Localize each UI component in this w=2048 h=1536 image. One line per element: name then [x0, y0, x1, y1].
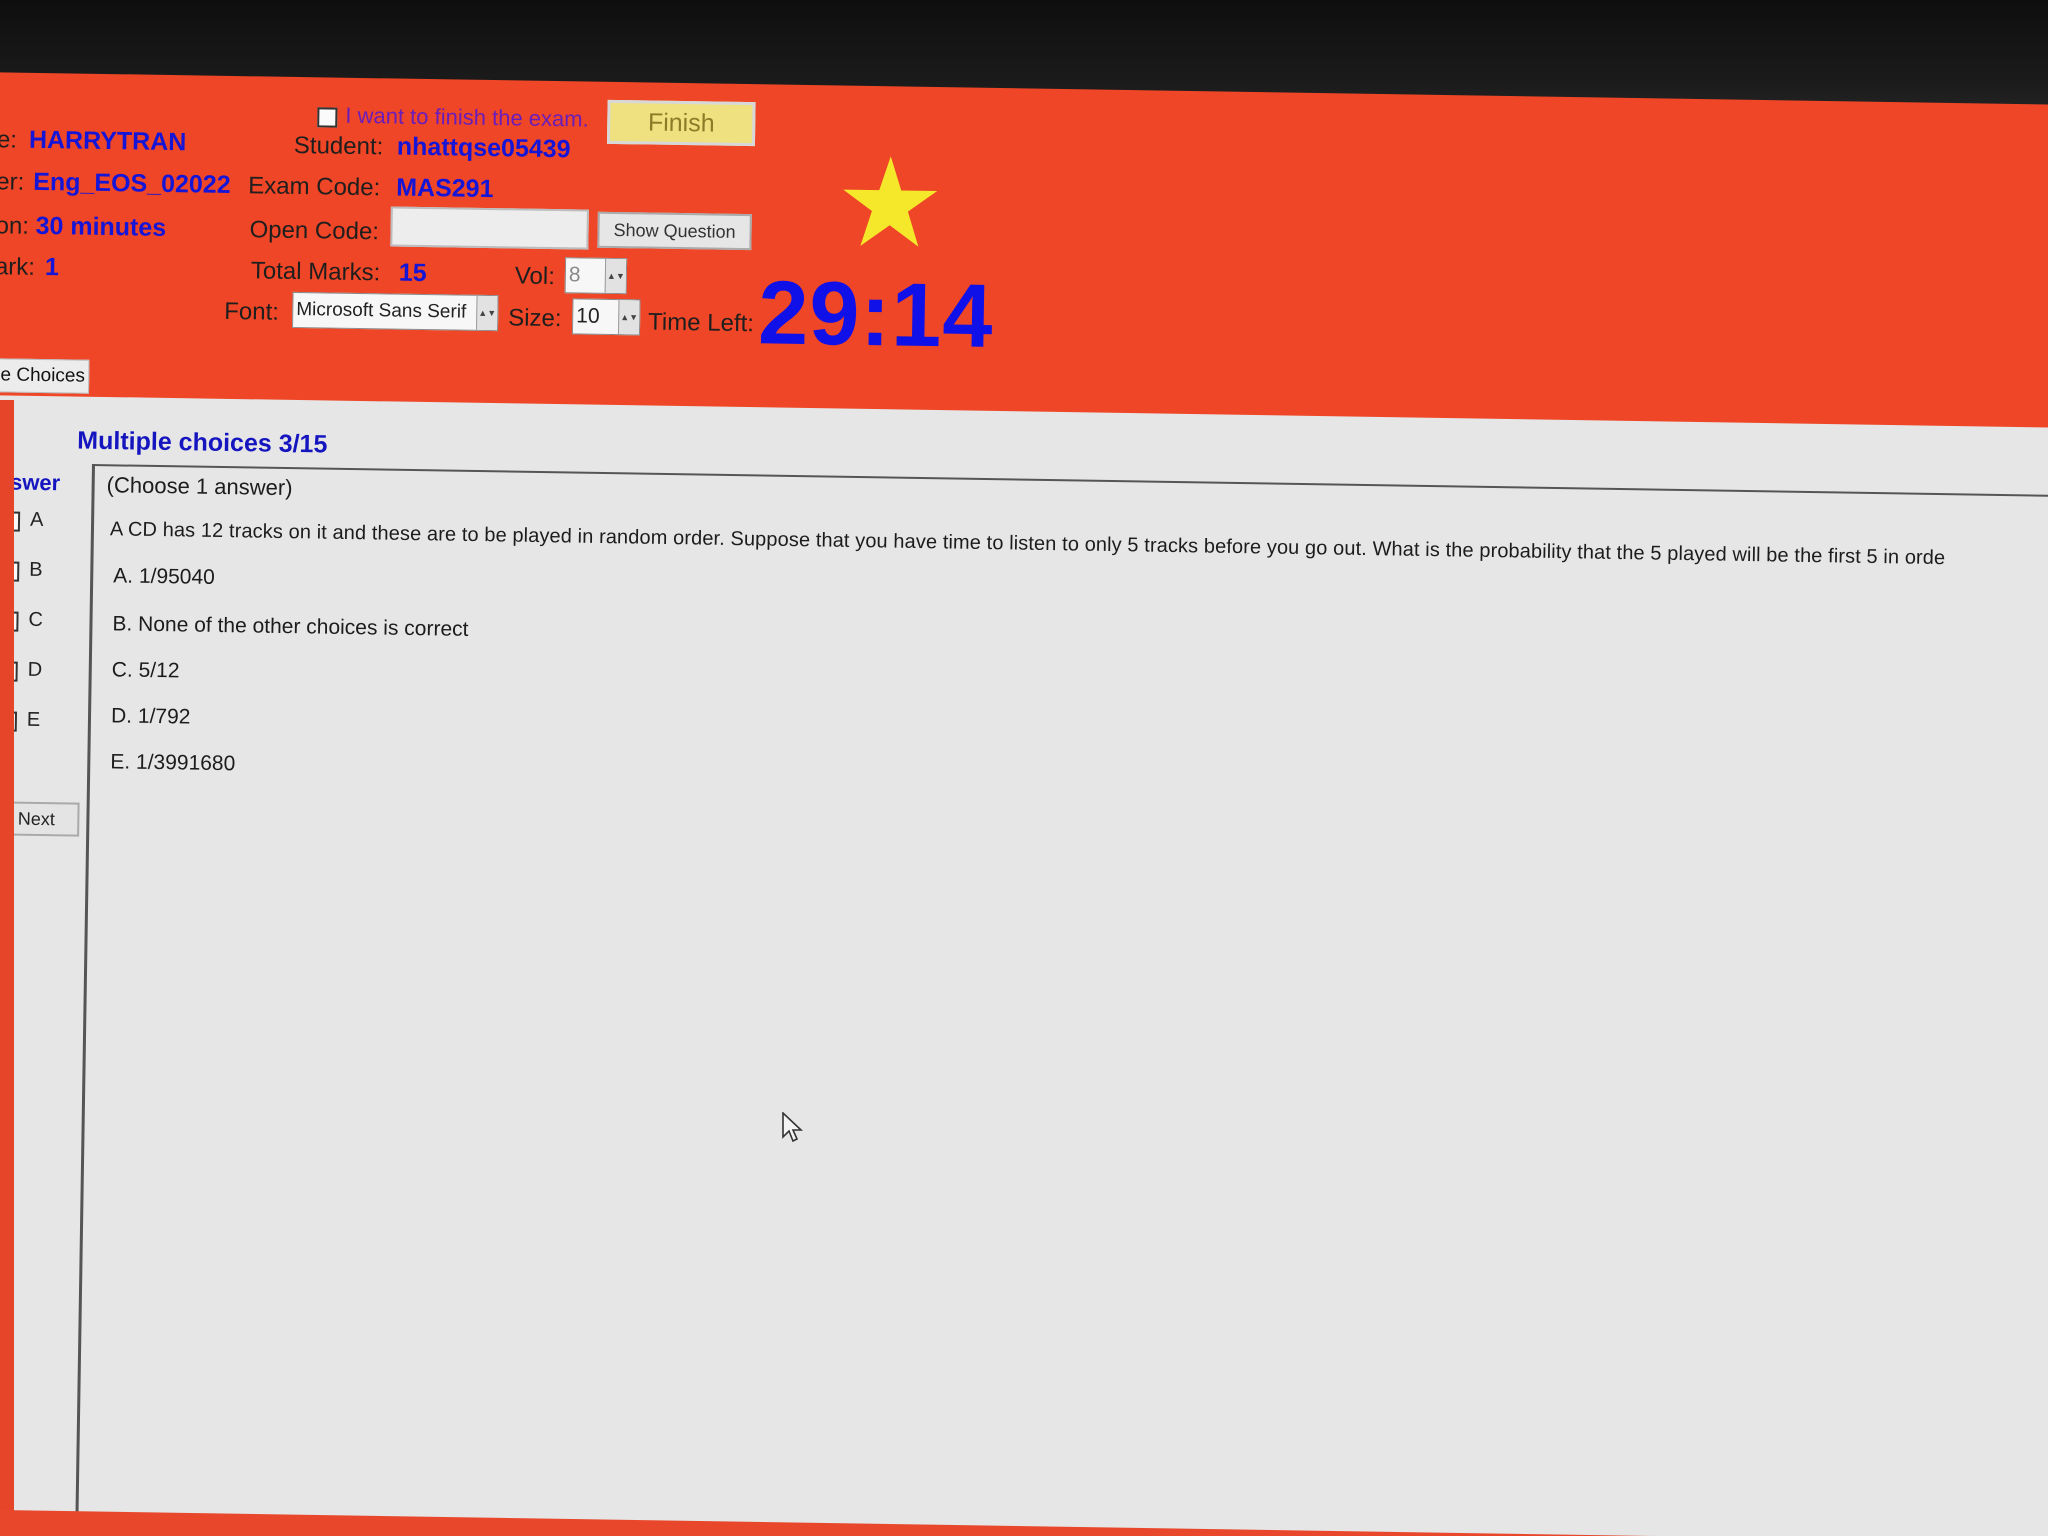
- window-border: [0, 400, 14, 1536]
- size-value: 10: [576, 304, 600, 328]
- question-text: A CD has 12 tracks on it and these are t…: [109, 518, 1946, 570]
- exam-header: I want to finish the exam. Finish e: HAR…: [0, 72, 2048, 451]
- countdown-timer: 29:14: [757, 263, 995, 367]
- question-panel: (Choose 1 answer) A CD has 12 tracks on …: [75, 464, 2048, 1536]
- answer-letter-a: A: [29, 508, 44, 532]
- font-value: Microsoft Sans Serif: [296, 298, 467, 323]
- answer-letter-c: C: [28, 608, 44, 632]
- question-instruction: (Choose 1 answer): [106, 472, 293, 501]
- server-value: Eng_EOS_02022: [33, 167, 231, 199]
- time-left-label: Time Left:: [647, 308, 755, 338]
- name-value: HARRYTRAN: [28, 125, 187, 157]
- exam-code-value: MAS291: [396, 173, 494, 204]
- vol-label: Vol:: [514, 262, 556, 291]
- show-question-button[interactable]: Show Question: [597, 211, 752, 251]
- answer-letter-d: D: [27, 658, 43, 682]
- font-selector[interactable]: Microsoft Sans Serif ▲▼: [292, 291, 499, 332]
- server-label: er:: [0, 168, 25, 196]
- choice-e: E. 1/3991680: [110, 750, 236, 776]
- star-icon: [843, 156, 938, 247]
- mark-value: 1: [44, 253, 60, 282]
- exam-code-label: Exam Code:: [248, 172, 381, 202]
- answer-letter-e: E: [26, 708, 41, 731]
- section-title: Multiple choices 3/15: [77, 426, 328, 459]
- open-code-input[interactable]: [390, 206, 589, 250]
- vol-value: 8: [568, 263, 581, 287]
- finish-exam-checkbox[interactable]: [317, 107, 338, 128]
- mouse-cursor-icon: [782, 1112, 804, 1143]
- spinner-arrows-icon[interactable]: ▲▼: [604, 258, 627, 294]
- spinner-arrows-icon[interactable]: ▲▼: [617, 300, 640, 335]
- name-label: e:: [0, 126, 18, 154]
- vol-spinner[interactable]: 8 ▲▼: [564, 257, 628, 295]
- duration-value: 30 minutes: [35, 211, 167, 242]
- total-marks-value: 15: [398, 258, 427, 288]
- student-label: Student:: [293, 131, 384, 161]
- open-code-label: Open Code:: [249, 216, 380, 246]
- choice-b: B. None of the other choices is correct: [112, 612, 469, 641]
- duration-label: on:: [0, 212, 30, 240]
- size-label: Size:: [507, 304, 562, 333]
- student-value: nhattqse05439: [396, 132, 571, 164]
- choice-a: A. 1/95040: [113, 564, 216, 589]
- spinner-arrows-icon[interactable]: ▲▼: [476, 295, 498, 331]
- exam-window: I want to finish the exam. Finish e: HAR…: [0, 0, 2048, 1536]
- font-label: Font:: [224, 297, 280, 326]
- size-spinner[interactable]: 10 ▲▼: [571, 298, 641, 336]
- answer-letter-b: B: [29, 558, 43, 582]
- mark-label: ark:: [0, 253, 36, 281]
- finish-button[interactable]: Finish: [606, 99, 756, 147]
- choice-d: D. 1/792: [110, 704, 191, 729]
- choice-c: C. 5/12: [111, 658, 180, 683]
- tab-multiple-choices[interactable]: le Choices: [0, 358, 90, 394]
- total-marks-label: Total Marks:: [250, 257, 381, 287]
- finish-exam-label: I want to finish the exam.: [345, 102, 589, 132]
